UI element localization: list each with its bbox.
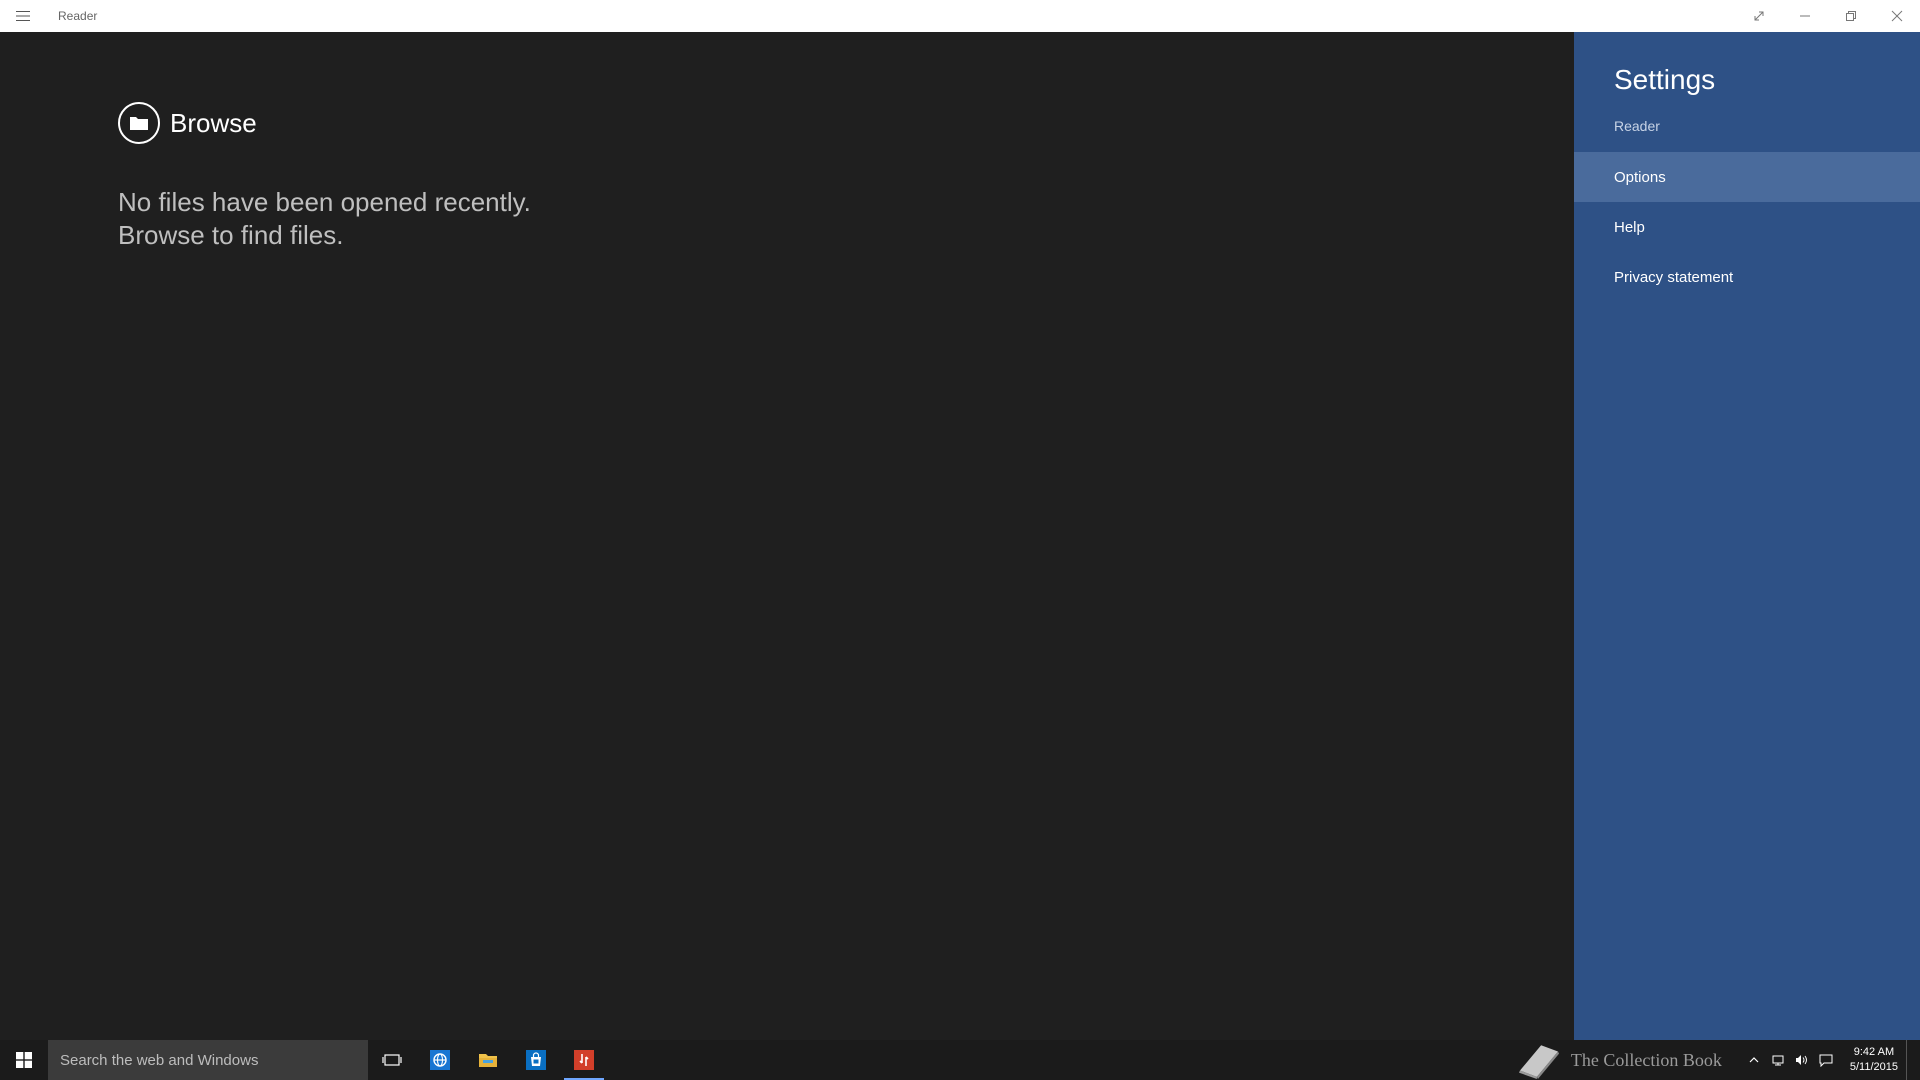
close-button[interactable] — [1874, 0, 1920, 32]
reader-app-button[interactable] — [560, 1040, 608, 1080]
taskbar-search-box[interactable]: Search the web and Windows — [48, 1040, 368, 1080]
full-screen-button[interactable] — [1736, 0, 1782, 32]
hamburger-menu-button[interactable] — [0, 0, 46, 32]
empty-state-line-2: Browse to find files. — [118, 220, 344, 250]
restore-button[interactable] — [1828, 0, 1874, 32]
settings-title: Settings — [1614, 64, 1716, 95]
clock-date: 5/11/2015 — [1849, 1061, 1898, 1073]
task-view-button[interactable] — [368, 1040, 416, 1080]
browse-button[interactable]: Browse — [118, 102, 257, 144]
settings-pane: Settings Reader Options Help Privacy sta… — [1574, 32, 1920, 1040]
action-center-button[interactable] — [1814, 1040, 1838, 1080]
watermark: The Collection Book — [1515, 1041, 1722, 1079]
clock-time: 9:42 AM — [1853, 1046, 1895, 1058]
app-title: Reader — [58, 9, 98, 23]
show-desktop-button[interactable] — [1906, 1040, 1912, 1080]
main-content: Browse No files have been opened recentl… — [0, 32, 1574, 1040]
book-icon — [1518, 1045, 1559, 1079]
browse-label: Browse — [170, 107, 257, 138]
file-explorer-icon — [479, 1054, 497, 1067]
task-view-icon — [382, 1054, 402, 1066]
system-tray: The Collection Book 9:42 AM 5/11/2015 — [1515, 1040, 1912, 1080]
store-icon — [526, 1050, 546, 1070]
empty-state-line-1: No files have been opened recently. — [118, 187, 531, 217]
settings-item-options[interactable]: Options — [1574, 152, 1920, 202]
start-button[interactable] — [0, 1040, 48, 1080]
settings-item-help[interactable]: Help — [1574, 202, 1920, 252]
title-bar: Reader — [0, 0, 1920, 32]
network-icon — [1772, 1055, 1784, 1066]
restore-icon — [1846, 11, 1856, 21]
chevron-up-icon — [1749, 1057, 1759, 1063]
close-icon — [1891, 10, 1903, 22]
taskbar-clock[interactable]: 9:42 AM 5/11/2015 — [1850, 1045, 1898, 1075]
internet-explorer-icon — [430, 1050, 450, 1070]
store-button[interactable] — [512, 1040, 560, 1080]
hamburger-icon — [16, 11, 30, 21]
watermark-text: The Collection Book — [1570, 1049, 1722, 1070]
internet-explorer-button[interactable] — [416, 1040, 464, 1080]
settings-subtitle: Reader — [1614, 118, 1660, 134]
show-hidden-icons-button[interactable] — [1742, 1040, 1766, 1080]
empty-state-message: No files have been opened recently. Brow… — [118, 186, 531, 252]
reader-app-icon — [574, 1050, 594, 1070]
file-explorer-button[interactable] — [464, 1040, 512, 1080]
volume-icon — [1795, 1055, 1807, 1065]
windows-logo-icon — [16, 1052, 32, 1068]
minimize-icon — [1800, 15, 1810, 17]
settings-list: Options Help Privacy statement — [1574, 152, 1920, 302]
search-placeholder: Search the web and Windows — [60, 1051, 259, 1069]
message-icon — [1819, 1054, 1833, 1067]
window-controls — [1736, 0, 1920, 32]
browse-folder-icon — [118, 102, 160, 144]
expand-icon — [1754, 11, 1764, 21]
minimize-button[interactable] — [1782, 0, 1828, 32]
taskbar: Search the web and Windows The Collectio… — [0, 1040, 1920, 1080]
network-button[interactable] — [1766, 1040, 1790, 1080]
settings-item-privacy-statement[interactable]: Privacy statement — [1574, 252, 1920, 302]
volume-button[interactable] — [1790, 1040, 1814, 1080]
